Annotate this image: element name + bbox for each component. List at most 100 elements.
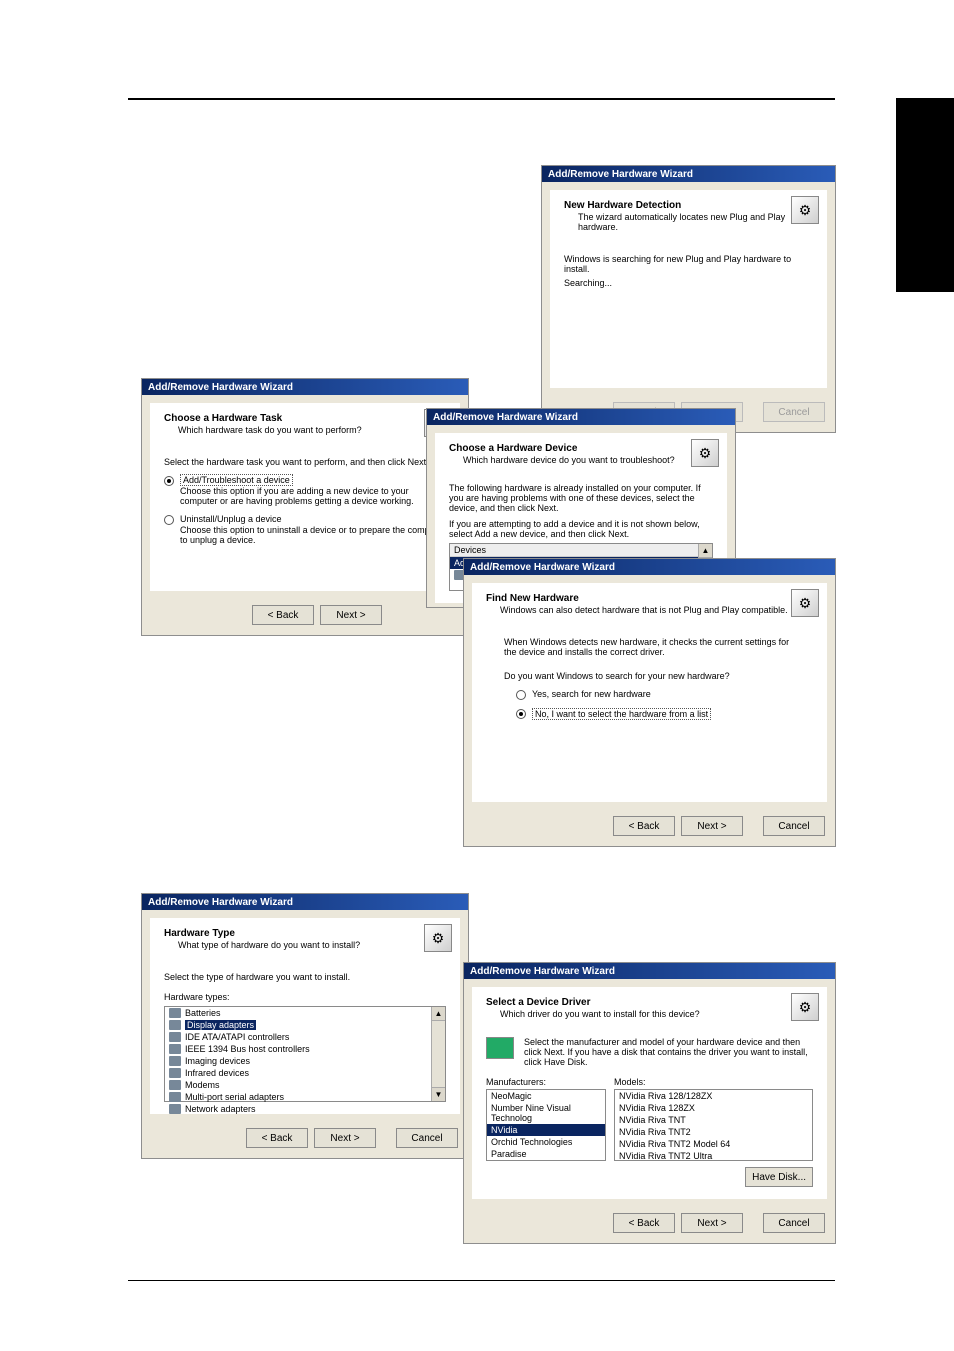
wizard-sub: The wizard automatically locates new Plu…: [578, 212, 813, 232]
radio-label: Uninstall/Unplug a device: [180, 514, 282, 524]
wizard-detection: Add/Remove Hardware Wizard ⚙ New Hardwar…: [541, 165, 836, 433]
wizard-sub: Which driver do you want to install for …: [500, 1009, 813, 1019]
titlebar: Add/Remove Hardware Wizard: [142, 894, 468, 910]
line1: The following hardware is already instal…: [449, 483, 713, 513]
wizard-select-driver: Add/Remove Hardware Wizard ⚙ Select a De…: [463, 962, 836, 1244]
wizard-header: Select a Device Driver: [486, 997, 813, 1008]
wizard-icon: ⚙: [424, 924, 452, 952]
list-item[interactable]: NVidia: [487, 1124, 605, 1136]
titlebar: Add/Remove Hardware Wizard: [464, 559, 835, 575]
search-msg: Windows is searching for new Plug and Pl…: [564, 254, 813, 274]
hw-type-icon: [169, 1068, 181, 1078]
cancel-button: Cancel: [763, 402, 825, 422]
list-item[interactable]: Display adapters: [165, 1019, 445, 1031]
list-item[interactable]: Infrared devices: [165, 1067, 445, 1079]
hw-type-icon: [169, 1104, 181, 1114]
titlebar: Add/Remove Hardware Wizard: [427, 409, 735, 425]
list-item[interactable]: Paradise: [487, 1148, 605, 1160]
cancel-button[interactable]: Cancel: [763, 1213, 825, 1233]
manufacturers-list[interactable]: NeoMagicNumber Nine Visual TechnologNVid…: [486, 1089, 606, 1161]
have-disk-button[interactable]: Have Disk...: [745, 1167, 813, 1187]
list-item[interactable]: NVidia Riva TNT: [615, 1114, 812, 1126]
back-button[interactable]: < Back: [252, 605, 314, 625]
models-label: Models:: [614, 1077, 813, 1087]
radio-label: No, I want to select the hardware from a…: [532, 708, 711, 720]
scroll-up-icon: ▲: [487, 1160, 605, 1161]
wizard-find-new: Add/Remove Hardware Wizard ⚙ Find New Ha…: [463, 558, 836, 847]
driver-icon: [486, 1037, 514, 1059]
radio-yes-search[interactable]: Yes, search for new hardware: [516, 689, 813, 700]
list-item[interactable]: NVidia Riva 128/128ZX: [615, 1090, 812, 1102]
radio-uninstall[interactable]: Uninstall/Unplug a device Choose this op…: [164, 514, 446, 545]
hw-type-icon: [169, 1080, 181, 1090]
radio-no-select[interactable]: No, I want to select the hardware from a…: [516, 708, 813, 720]
list-item[interactable]: IEEE 1394 Bus host controllers: [165, 1043, 445, 1055]
rule-bottom: [128, 1280, 835, 1281]
search-status: Searching...: [564, 278, 813, 288]
list-item[interactable]: Batteries: [165, 1007, 445, 1019]
rule-top: [128, 98, 835, 100]
hw-type-icon: [169, 1008, 181, 1018]
line2: If you are attempting to add a device an…: [449, 519, 713, 539]
msg1: When Windows detects new hardware, it ch…: [504, 637, 795, 657]
list-item[interactable]: Orchid Technologies: [487, 1136, 605, 1148]
back-button[interactable]: < Back: [613, 816, 675, 836]
back-button[interactable]: < Back: [613, 1213, 675, 1233]
list-item[interactable]: Imaging devices: [165, 1055, 445, 1067]
list-item[interactable]: Multi-port serial adapters: [165, 1091, 445, 1103]
list-item[interactable]: Number Nine Visual Technolog: [487, 1102, 605, 1124]
wizard-hardware-type: Add/Remove Hardware Wizard ⚙ Hardware Ty…: [141, 893, 469, 1159]
next-button[interactable]: Next >: [314, 1128, 376, 1148]
list-item[interactable]: NVidia Riva TNT2 Model 64: [615, 1138, 812, 1150]
wizard-sub: Which hardware task do you want to perfo…: [178, 425, 446, 435]
hw-type-icon: [169, 1032, 181, 1042]
list-item[interactable]: Modems: [165, 1079, 445, 1091]
radio-add-troubleshoot[interactable]: Add/Troubleshoot a device Choose this op…: [164, 475, 446, 506]
models-list[interactable]: NVidia Riva 128/128ZXNVidia Riva 128ZXNV…: [614, 1089, 813, 1161]
radio-dot-icon: [164, 476, 174, 486]
scrollbar[interactable]: ▲▼: [487, 1160, 605, 1161]
scrollbar[interactable]: ▲▼: [431, 1007, 445, 1101]
wizard-sub: What type of hardware do you want to ins…: [178, 940, 446, 950]
radio-desc: Choose this option to uninstall a device…: [180, 525, 446, 545]
cancel-button[interactable]: Cancel: [396, 1128, 458, 1148]
next-button[interactable]: Next >: [681, 1213, 743, 1233]
wizard-task: Add/Remove Hardware Wizard ⚙ Choose a Ha…: [141, 378, 469, 636]
hardware-types-list[interactable]: BatteriesDisplay adaptersIDE ATA/ATAPI c…: [164, 1006, 446, 1102]
next-button[interactable]: Next >: [681, 816, 743, 836]
list-item[interactable]: Network adapters: [165, 1103, 445, 1115]
col-header: Devices: [450, 544, 712, 557]
msg2: Do you want Windows to search for your n…: [504, 671, 795, 681]
cancel-button[interactable]: Cancel: [763, 816, 825, 836]
back-button[interactable]: < Back: [246, 1128, 308, 1148]
wizard-header: New Hardware Detection: [564, 200, 813, 211]
scroll-down-icon: ▼: [432, 1087, 445, 1101]
titlebar: Add/Remove Hardware Wizard: [464, 963, 835, 979]
radio-desc: Choose this option if you are adding a n…: [180, 486, 446, 506]
hw-type-icon: [169, 1044, 181, 1054]
hint: Select the manufacturer and model of you…: [524, 1037, 813, 1067]
scroll-up-icon: ▲: [699, 544, 712, 558]
radio-label: Yes, search for new hardware: [532, 689, 651, 699]
list-label: Hardware types:: [164, 992, 446, 1002]
radio-dot-icon: [164, 515, 174, 525]
list-item[interactable]: NVidia Riva TNT2: [615, 1126, 812, 1138]
prompt: Select the hardware task you want to per…: [164, 457, 446, 467]
scroll-up-icon: ▲: [432, 1007, 445, 1021]
radio-dot-icon: [516, 690, 526, 700]
radio-dot-icon: [516, 709, 526, 719]
next-button[interactable]: Next >: [320, 605, 382, 625]
wizard-icon: ⚙: [691, 439, 719, 467]
side-tab: [896, 98, 954, 292]
wizard-icon: ⚙: [791, 196, 819, 224]
titlebar: Add/Remove Hardware Wizard: [142, 379, 468, 395]
list-item[interactable]: NVidia Riva TNT2 Ultra: [615, 1150, 812, 1161]
list-item[interactable]: IDE ATA/ATAPI controllers: [165, 1031, 445, 1043]
list-item[interactable]: NeoMagic: [487, 1090, 605, 1102]
hw-type-icon: [169, 1056, 181, 1066]
wizard-sub: Windows can also detect hardware that is…: [500, 605, 813, 615]
radio-label: Add/Troubleshoot a device: [180, 474, 293, 486]
wizard-icon: ⚙: [791, 993, 819, 1021]
list-item[interactable]: NVidia Riva 128ZX: [615, 1102, 812, 1114]
manu-label: Manufacturers:: [486, 1077, 606, 1087]
